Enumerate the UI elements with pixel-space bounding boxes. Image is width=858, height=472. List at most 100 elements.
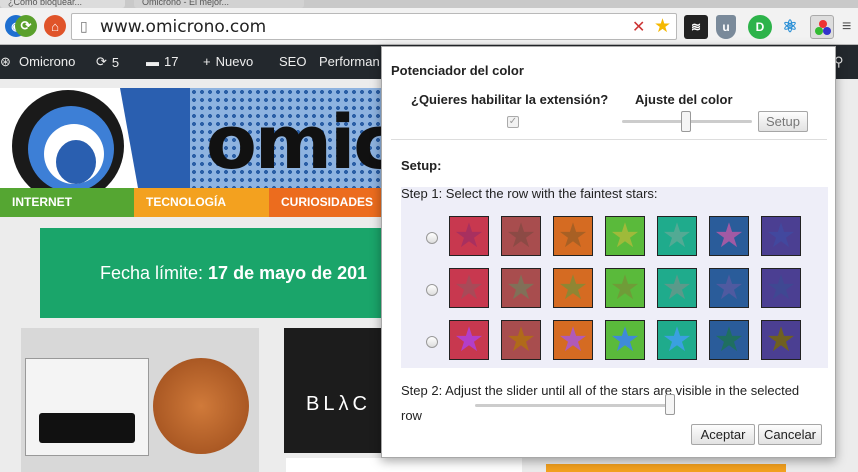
star-icon: ★	[765, 217, 797, 255]
site-logo: omicr	[206, 100, 390, 186]
popup-title: Potenciador del color	[391, 63, 524, 78]
blocked-content-icon[interactable]: ✕	[632, 17, 645, 37]
color-swatch: ★	[761, 216, 801, 256]
color-swatch: ★	[657, 216, 697, 256]
star-icon: ★	[557, 321, 589, 359]
color-slider-thumb[interactable]	[681, 111, 691, 132]
tab-strip: ¿Cómo bloquear... Omicrono - El mejor...	[0, 0, 858, 8]
site-banner[interactable]: omicr	[0, 88, 390, 188]
logo-circle-dot	[56, 140, 96, 184]
article-image-black[interactable]: BLλC	[284, 328, 384, 453]
star-icon: ★	[453, 217, 485, 255]
color-swatch: ★	[605, 268, 645, 308]
wp-comments[interactable]: ▬ 17	[146, 54, 178, 69]
site-label: Omicrono	[19, 54, 76, 69]
star-icon: ★	[453, 269, 485, 307]
bookmark-star-icon[interactable]: ★	[654, 15, 671, 38]
color-enhancer-icon[interactable]	[810, 15, 834, 39]
network-ext-icon[interactable]: ⚛	[778, 15, 802, 39]
tab-2[interactable]: Omicrono - El mejor...	[134, 0, 304, 8]
color-swatch: ★	[553, 216, 593, 256]
color-swatch: ★	[449, 320, 489, 360]
color-swatch: ★	[605, 320, 645, 360]
color-swatch: ★	[657, 320, 697, 360]
updates-icon: ⟳	[96, 54, 107, 69]
color-swatch: ★	[761, 268, 801, 308]
row-radio-1[interactable]	[426, 232, 438, 244]
address-bar[interactable]: ▯ www.omicrono.com ✕ ★	[71, 13, 677, 40]
color-swatch: ★	[657, 268, 697, 308]
divider	[391, 139, 827, 140]
color-swatch: ★	[709, 320, 749, 360]
buffer-icon[interactable]: ≋	[684, 15, 708, 39]
accept-button[interactable]: Aceptar	[691, 424, 755, 445]
new-label: Nuevo	[215, 54, 254, 69]
menu-internet[interactable]: INTERNET	[0, 188, 134, 217]
color-swatch: ★	[709, 216, 749, 256]
star-icon: ★	[609, 217, 641, 255]
star-icon: ★	[661, 269, 693, 307]
color-swatch: ★	[761, 320, 801, 360]
reload-icon[interactable]: ⟳	[15, 15, 37, 37]
color-swatch: ★	[709, 268, 749, 308]
ublock-icon[interactable]: u	[716, 15, 736, 39]
adjust-label: Ajuste del color	[635, 92, 733, 107]
color-swatch: ★	[605, 216, 645, 256]
setup-title: Setup:	[401, 158, 442, 173]
row-radio-2[interactable]	[426, 284, 438, 296]
menu-curiosidades[interactable]: CURIOSIDADES	[269, 188, 390, 217]
wp-new[interactable]: + Nuevo	[203, 54, 253, 69]
star-icon: ★	[557, 217, 589, 255]
plus-icon: +	[203, 54, 211, 69]
step1-text: Step 1: Select the row with the faintest…	[401, 186, 658, 201]
star-icon: ★	[505, 321, 537, 359]
deadline-date: 17 de mayo de 201	[208, 263, 368, 283]
color-swatch: ★	[553, 320, 593, 360]
star-icon: ★	[661, 217, 693, 255]
star-icon: ★	[609, 321, 641, 359]
home-icon[interactable]: ⌂	[44, 15, 66, 37]
wp-performance[interactable]: Performan	[319, 54, 380, 69]
star-icon: ★	[713, 321, 745, 359]
enable-checkbox[interactable]: ✓	[507, 116, 519, 128]
star-icon: ★	[609, 269, 641, 307]
updates-count: 5	[111, 54, 120, 70]
color-swatch: ★	[501, 216, 541, 256]
color-swatch: ★	[449, 268, 489, 308]
star-icon: ★	[661, 321, 693, 359]
star-icon: ★	[765, 321, 797, 359]
deadline-banner[interactable]: Fecha límite: 17 de mayo de 201	[40, 228, 386, 318]
step2-slider[interactable]	[475, 404, 675, 407]
color-swatch: ★	[501, 268, 541, 308]
wp-logo-icon[interactable]: ⊛	[0, 54, 11, 70]
url-text: www.omicrono.com	[100, 17, 267, 37]
article-card	[286, 458, 522, 472]
setup-button[interactable]: Setup	[758, 111, 808, 132]
color-swatch: ★	[449, 216, 489, 256]
star-icon: ★	[557, 269, 589, 307]
wp-site-name[interactable]: Omicrono	[19, 54, 75, 69]
step2-text: Step 2: Adjust the slider until all of t…	[401, 383, 800, 423]
article-image-keyboard-coin[interactable]	[21, 328, 259, 472]
star-icon: ★	[505, 269, 537, 307]
comment-icon: ▬	[146, 54, 159, 69]
comments-count: 17	[164, 54, 179, 69]
keyboard	[39, 413, 135, 443]
wp-seo[interactable]: SEO	[279, 54, 306, 69]
pinterest-ext-icon[interactable]: D	[748, 15, 772, 39]
step2-slider-thumb[interactable]	[665, 394, 675, 415]
page-icon: ▯	[80, 18, 88, 34]
coin	[153, 358, 249, 454]
enable-question: ¿Quieres habilitar la extensión?	[411, 92, 609, 107]
star-icon: ★	[505, 217, 537, 255]
menu-icon[interactable]: ≡	[842, 18, 851, 36]
star-icon: ★	[453, 321, 485, 359]
color-enhancer-popup: Potenciador del color ¿Quieres habilitar…	[381, 46, 836, 458]
row-radio-3[interactable]	[426, 336, 438, 348]
menu-tecnologia[interactable]: TECNOLOGÍA	[134, 188, 269, 217]
deadline-label: Fecha límite:	[100, 263, 209, 283]
cancel-button[interactable]: Cancelar	[758, 424, 822, 445]
star-icon: ★	[713, 269, 745, 307]
tab-1[interactable]: ¿Cómo bloquear...	[0, 0, 125, 8]
wp-updates[interactable]: ⟳ 5	[96, 54, 119, 70]
